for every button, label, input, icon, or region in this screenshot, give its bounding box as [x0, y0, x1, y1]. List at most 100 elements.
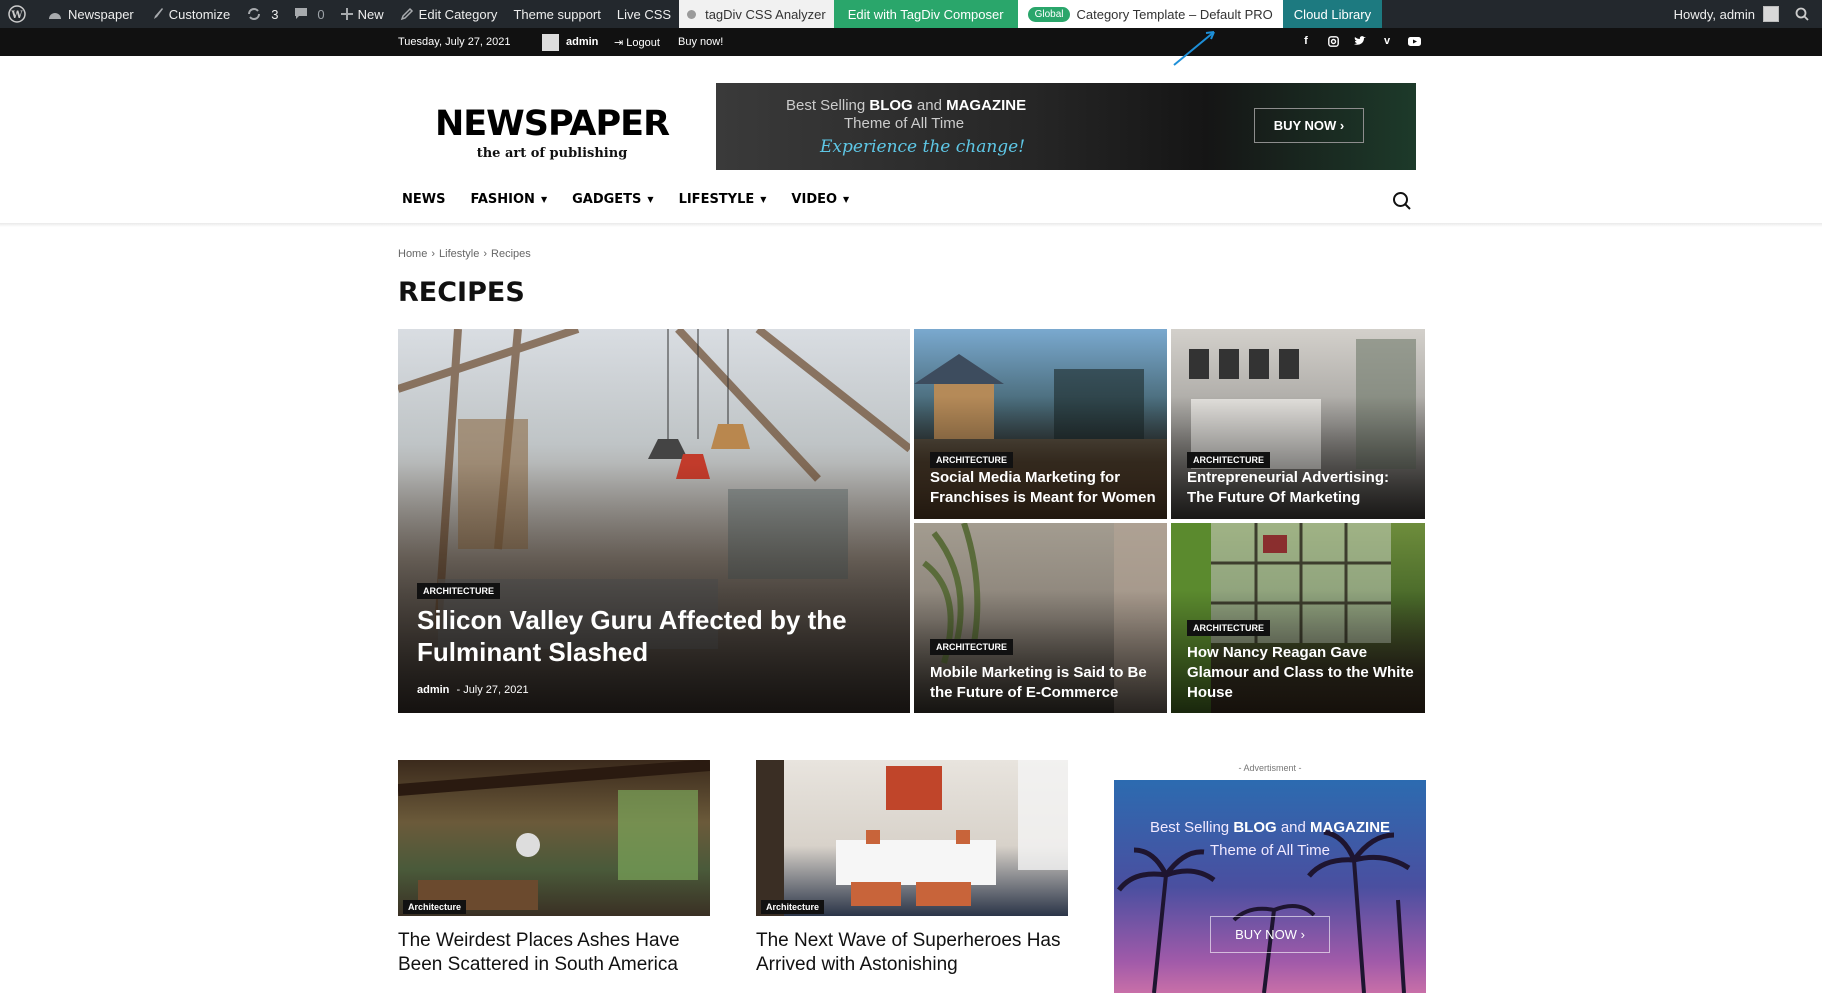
twitter-icon[interactable]: [1352, 33, 1368, 49]
site-logo[interactable]: NEWSPAPER the art of publishing: [434, 104, 670, 161]
user-name-link[interactable]: admin: [566, 36, 598, 48]
dashboard-icon: [49, 13, 61, 19]
edit-category-link[interactable]: Edit Category: [392, 0, 506, 28]
banner-headline: Best Selling BLOG and MAGAZINE: [786, 97, 1026, 114]
wordpress-logo-icon[interactable]: W: [0, 0, 39, 28]
chevron-down-icon: ▼: [540, 195, 548, 204]
updates-link[interactable]: 3: [238, 0, 286, 28]
customize-link[interactable]: Customize: [142, 0, 238, 28]
post-card-title-1[interactable]: The Weirdest Places Ashes Have Been Scat…: [398, 929, 710, 977]
breadcrumb: Home › Lifestyle › Recipes: [398, 248, 531, 260]
comments-link[interactable]: 0: [286, 0, 332, 28]
banner-text-magazine: MAGAZINE: [946, 97, 1027, 114]
banner-text-1: Best Selling: [786, 97, 870, 114]
cloud-library-button[interactable]: Cloud Library: [1282, 0, 1383, 28]
composer-label: Edit with TagDiv Composer: [847, 6, 1004, 22]
comments-count: 0: [317, 6, 325, 22]
featured-post-3[interactable]: ARCHITECTURE Mobile Marketing is Said to…: [914, 523, 1167, 713]
menu-item-fashion[interactable]: FASHION ▼: [470, 192, 547, 207]
post-author[interactable]: admin: [417, 684, 449, 696]
breadcrumb-home[interactable]: Home: [398, 248, 427, 260]
post-title[interactable]: Mobile Marketing is Said to Be the Futur…: [930, 663, 1160, 703]
post-card-image-1[interactable]: Architecture: [398, 760, 710, 916]
main-menu: NEWS FASHION ▼ GADGETS ▼ LIFESTYLE ▼ VIDEO ▼: [402, 192, 849, 207]
menu-label: LIFESTYLE: [678, 192, 755, 207]
comment-icon: [295, 8, 308, 19]
banner-buy-button[interactable]: BUY NOW ›: [1254, 108, 1364, 143]
ad-text-blog: BLOG: [1233, 819, 1277, 836]
user-avatar[interactable]: [542, 34, 559, 51]
ad-headline: Best Selling BLOG and MAGAZINE: [1114, 819, 1426, 836]
live-css-link[interactable]: Live CSS: [609, 0, 679, 28]
category-tag[interactable]: ARCHITECTURE: [1187, 620, 1270, 636]
banner-text-and: and: [912, 97, 947, 114]
post-title[interactable]: Social Media Marketing for Franchises is…: [930, 468, 1160, 508]
category-tag[interactable]: ARCHITECTURE: [1187, 452, 1270, 468]
instagram-icon[interactable]: [1325, 33, 1341, 49]
pointer-arrow-icon: [1173, 31, 1215, 66]
post-title[interactable]: Silicon Valley Guru Affected by the Fulm…: [417, 604, 857, 668]
css-analyzer-button[interactable]: tagDiv CSS Analyzer: [679, 0, 834, 28]
chevron-down-icon: ▼: [843, 195, 850, 204]
facebook-icon[interactable]: f: [1298, 33, 1314, 49]
menu-label: GADGETS: [572, 192, 642, 207]
featured-post-1[interactable]: ARCHITECTURE Social Media Marketing for …: [914, 329, 1167, 519]
category-tag[interactable]: Architecture: [761, 900, 825, 914]
logo-tagline: the art of publishing: [476, 146, 628, 161]
post-date: - July 27, 2021: [456, 684, 529, 696]
header-ad-banner[interactable]: Best Selling BLOG and MAGAZINE Theme of …: [716, 83, 1416, 170]
new-content-link[interactable]: New: [333, 0, 392, 28]
category-tag[interactable]: ARCHITECTURE: [930, 452, 1013, 468]
admin-search-button[interactable]: [1787, 0, 1822, 28]
plus-icon: [340, 8, 353, 20]
ad-buy-button[interactable]: BUY NOW ›: [1210, 916, 1330, 953]
featured-main-post[interactable]: ARCHITECTURE Silicon Valley Guru Affecte…: [398, 329, 910, 713]
my-account-link[interactable]: Howdy, admin: [1666, 0, 1787, 28]
category-tag[interactable]: ARCHITECTURE: [930, 639, 1013, 655]
menu-label: NEWS: [402, 192, 446, 207]
post-title[interactable]: How Nancy Reagan Gave Glamour and Class …: [1187, 643, 1417, 703]
youtube-icon[interactable]: [1406, 33, 1422, 49]
sidebar-ad-banner[interactable]: Best Selling BLOG and MAGAZINE Theme of …: [1114, 780, 1426, 993]
post-image: [398, 760, 710, 910]
ad-text-1: Best Selling: [1149, 819, 1234, 836]
site-name-link[interactable]: Newspaper: [39, 0, 142, 28]
featured-post-4[interactable]: ARCHITECTURE How Nancy Reagan Gave Glamo…: [1171, 523, 1425, 713]
vimeo-icon[interactable]: v: [1379, 33, 1395, 49]
post-card-image-2[interactable]: Architecture: [756, 760, 1068, 916]
status-dot-icon: [687, 9, 697, 19]
wp-admin-bar: W Newspaper Customize 3 0 New Edit Categ…: [0, 0, 1822, 28]
banner-slogan: Experience the change!: [820, 137, 1026, 157]
template-label: Category Template – Default PRO: [1076, 6, 1273, 22]
breadcrumb-lifestyle[interactable]: Lifestyle: [439, 248, 479, 260]
menu-label: FASHION: [470, 192, 535, 207]
cloud-library-label: Cloud Library: [1293, 6, 1372, 22]
live-css-label: Live CSS: [616, 6, 672, 22]
avatar: [1763, 6, 1779, 22]
search-icon[interactable]: [1392, 191, 1412, 211]
post-image: [756, 760, 1068, 916]
logo-text: NEWSPAPER: [434, 104, 670, 144]
featured-post-2[interactable]: ARCHITECTURE Entrepreneurial Advertising…: [1171, 329, 1425, 519]
css-analyzer-label: tagDiv CSS Analyzer: [705, 6, 826, 22]
menu-item-gadgets[interactable]: GADGETS ▼: [572, 192, 653, 207]
menu-item-video[interactable]: VIDEO ▼: [791, 192, 849, 207]
buy-now-link[interactable]: Buy now!: [678, 36, 723, 48]
post-title[interactable]: Entrepreneurial Advertising: The Future …: [1187, 468, 1417, 508]
search-icon: [1795, 7, 1809, 21]
ad-text-and: and: [1276, 819, 1311, 836]
post-card-title-2[interactable]: The Next Wave of Superheroes Has Arrived…: [756, 929, 1068, 977]
new-label: New: [357, 6, 384, 22]
edit-category-label: Edit Category: [418, 6, 498, 22]
svg-text:W: W: [10, 10, 23, 21]
ad-text-magazine: MAGAZINE: [1310, 819, 1391, 836]
updates-count: 3: [271, 6, 279, 22]
category-tag[interactable]: ARCHITECTURE: [417, 583, 500, 599]
category-tag[interactable]: Architecture: [403, 900, 467, 914]
edit-with-composer-button[interactable]: Edit with TagDiv Composer: [833, 0, 1018, 28]
menu-item-news[interactable]: NEWS: [402, 192, 445, 207]
category-template-button[interactable]: Global Category Template – Default PRO: [1017, 0, 1283, 28]
theme-support-link[interactable]: Theme support: [505, 0, 608, 28]
menu-item-lifestyle[interactable]: LIFESTYLE ▼: [679, 192, 767, 207]
logout-link[interactable]: ⇥ Logout: [614, 36, 660, 49]
